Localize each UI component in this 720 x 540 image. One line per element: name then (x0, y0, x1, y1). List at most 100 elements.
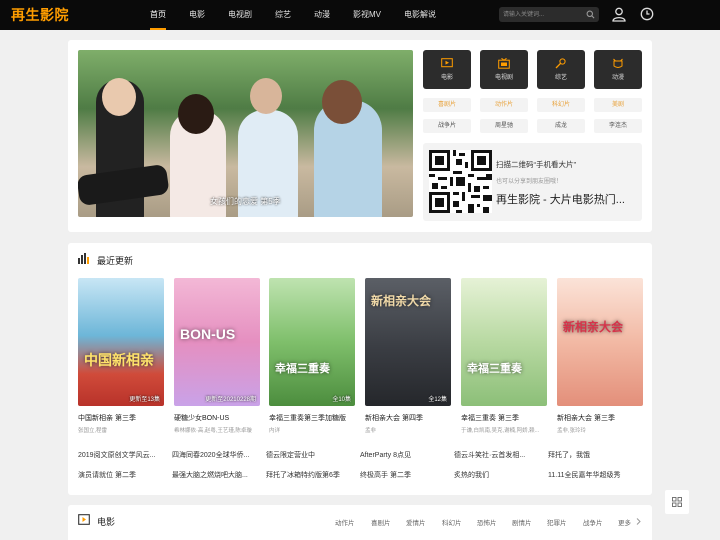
more-link[interactable]: 更多 (618, 517, 631, 527)
ranking-bars-icon (78, 253, 89, 264)
text-link[interactable]: 德云限定营业中 (266, 450, 315, 460)
movie-title-link[interactable]: 新相亲大会 第三季 (557, 413, 647, 423)
tag-action[interactable]: 动作片 (480, 98, 528, 112)
nav-item-home[interactable]: 首页 (150, 0, 166, 30)
hero-figure-2-head (178, 94, 214, 134)
text-link[interactable]: 炙热的我们 (454, 470, 489, 480)
hero-guitar (78, 163, 170, 207)
search-icon[interactable] (586, 10, 595, 19)
movie-cast: 内详 (269, 428, 281, 434)
poster-title-text: 幸福三重奏 (467, 363, 522, 375)
tag-jackie-chan[interactable]: 成龙 (537, 119, 585, 133)
movie-title-link[interactable]: 幸福三重奏 第三季 (461, 413, 551, 423)
text-link[interactable]: 演员请就位 第二季 (78, 470, 136, 480)
episode-badge: 更新至13集 (129, 397, 160, 403)
search-input[interactable] (503, 9, 585, 20)
tag-stephen-chow[interactable]: 周星驰 (480, 119, 528, 133)
text-link[interactable]: 2019阅文原创文学风云... (78, 450, 155, 460)
qr-subtext: 也可以分享到朋友圈哦！ (496, 179, 563, 185)
nav-item-tv[interactable]: 电视剧 (228, 0, 252, 30)
poster-title-text: 新相亲大会 (371, 294, 432, 308)
movies-section-title: 电影 (97, 517, 116, 527)
top-navigation-bar: 再生影院 首页 电影 电视剧 综艺 动漫 影视MV 电影解说 (0, 0, 720, 30)
movie-title-link[interactable]: 中国新相亲 第三季 (78, 413, 168, 423)
poster-title-text: BON-US (180, 326, 236, 342)
hero-banner[interactable]: 女孩们的恋爱 第5季 (78, 50, 413, 217)
recent-updates-title: 最近更新 (97, 256, 134, 266)
movie-genre-link[interactable]: 喜剧片 (371, 517, 391, 527)
grid-icon (672, 497, 682, 507)
category-label: 综艺 (554, 75, 567, 81)
main-nav: 首页 电影 电视剧 综艺 动漫 影视MV 电影解说 (150, 0, 459, 30)
hero-caption: 女孩们的恋爱 第5季 (210, 197, 281, 206)
movie-genre-link[interactable]: 战争片 (583, 517, 603, 527)
video-play-icon (78, 514, 90, 525)
floating-grid-button[interactable] (665, 490, 689, 514)
nav-item-mv[interactable]: 影视MV (353, 0, 381, 30)
category-tv-button[interactable]: 电视剧 (480, 50, 528, 89)
text-link[interactable]: 终极高手 第二季 (360, 470, 411, 480)
movie-genre-link[interactable]: 恐怖片 (477, 517, 497, 527)
movie-title-link[interactable]: 新相亲大会 第四季 (365, 413, 455, 423)
hero-figure-3-head (250, 78, 282, 114)
text-link[interactable]: 拜托了，我饿 (548, 450, 590, 460)
episode-badge: 更新至20210228期 (205, 397, 256, 403)
tv-icon (498, 58, 510, 69)
qr-heading: 扫描二维码“手机看大片” (496, 160, 576, 169)
text-link[interactable]: 最强大脑之燃烧吧大脑... (172, 470, 248, 480)
tag-us-series[interactable]: 美剧 (594, 98, 642, 112)
poster-5[interactable]: 幸福三重奏 (461, 278, 547, 406)
movie-cast: 于谦,白凯南,吴克,谢楠,阿娇,赖... (461, 428, 540, 434)
search-box (499, 7, 599, 22)
text-link[interactable]: 拜托了冰箱特约版第6季 (266, 470, 340, 480)
nav-item-commentary[interactable]: 电影解说 (404, 0, 436, 30)
movie-cast: 希林娜依·高,赵粤,王艺瑾,陈卓璇 (174, 428, 252, 434)
microphone-icon (555, 58, 566, 69)
hero-figure-1-head (102, 78, 136, 116)
poster-3[interactable]: 幸福三重奏 全10集 (269, 278, 355, 406)
poster-title-text: 新相亲大会 (563, 320, 624, 334)
poster-title-text: 幸福三重奏 (275, 363, 330, 375)
poster-2[interactable]: BON-US 更新至20210228期 (174, 278, 260, 406)
text-link[interactable]: 11.11全民嘉年华超级秀 (548, 470, 620, 480)
history-clock-icon[interactable] (640, 7, 654, 21)
category-anime-button[interactable]: 动漫 (594, 50, 642, 89)
poster-6[interactable]: 新相亲大会 (557, 278, 643, 406)
episode-badge: 全10集 (332, 397, 351, 403)
movie-cast: 孟非 (365, 428, 377, 434)
text-link[interactable]: AfterParty 8点见 (360, 450, 411, 460)
category-variety-button[interactable]: 综艺 (537, 50, 585, 89)
poster-4[interactable]: 新相亲大会 全12集 (365, 278, 451, 406)
tag-comedy[interactable]: 喜剧片 (423, 98, 471, 112)
movie-genre-link[interactable]: 剧情片 (512, 517, 532, 527)
site-logo[interactable]: 再生影院 (11, 5, 69, 25)
movie-genre-link[interactable]: 犯罪片 (547, 517, 567, 527)
chevron-right-icon (636, 518, 641, 525)
category-movie-button[interactable]: 电影 (423, 50, 471, 89)
qr-code-image (429, 150, 492, 213)
qr-site-slogan: 再生影院 - 大片电影热门... (496, 194, 625, 206)
play-screen-icon (441, 58, 453, 68)
movie-cast: 孟非,张玲玲 (557, 428, 587, 434)
cartoon-icon (613, 58, 623, 68)
episode-badge: 全12集 (428, 397, 447, 403)
text-link[interactable]: 四海同春2020全球华侨... (172, 450, 249, 460)
nav-item-variety[interactable]: 综艺 (275, 0, 291, 30)
text-link[interactable]: 德云斗笑社·云首发相... (454, 450, 525, 460)
nav-item-movies[interactable]: 电影 (189, 0, 205, 30)
user-icon[interactable] (612, 7, 626, 22)
tag-jet-li[interactable]: 李连杰 (594, 119, 642, 133)
nav-item-anime[interactable]: 动漫 (314, 0, 330, 30)
tag-war[interactable]: 战争片 (423, 119, 471, 133)
movie-title-link[interactable]: 硬糖少女BON-US (174, 413, 264, 423)
movie-title-link[interactable]: 幸福三重奏第三季加糖版 (269, 413, 359, 423)
movie-cast: 张国立,程雷 (78, 428, 108, 434)
movie-genre-link[interactable]: 动作片 (335, 517, 355, 527)
poster-1[interactable]: 中国新相亲 更新至13集 (78, 278, 164, 406)
tag-scifi[interactable]: 科幻片 (537, 98, 585, 112)
hero-figure-4-head (322, 80, 362, 124)
qr-promo: 扫描二维码“手机看大片” 也可以分享到朋友圈哦！ 再生影院 - 大片电影热门..… (423, 143, 642, 221)
poster-title-text: 中国新相亲 (84, 352, 154, 368)
movie-genre-link[interactable]: 科幻片 (442, 517, 462, 527)
movie-genre-link[interactable]: 爱情片 (406, 517, 426, 527)
